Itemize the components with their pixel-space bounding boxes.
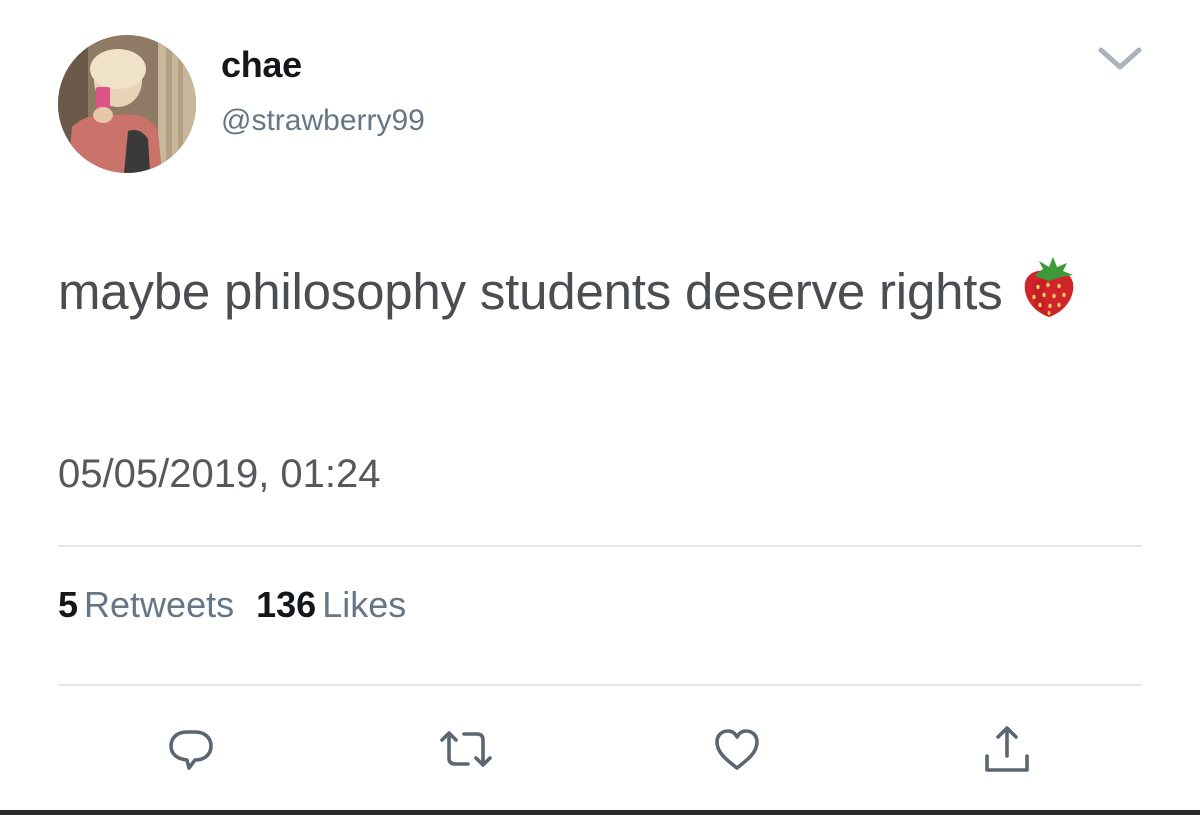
avatar-photo [58, 35, 196, 173]
tweet-text: maybe philosophy students deserve rights [58, 254, 1148, 330]
retweet-icon [440, 731, 492, 767]
tweet-text-content: maybe philosophy students deserve rights [58, 263, 1003, 320]
like-button[interactable] [707, 724, 767, 776]
tweet-stats: 5 Retweets 136 Likes [58, 584, 406, 626]
reply-icon [169, 730, 213, 770]
divider [58, 545, 1142, 547]
avatar[interactable] [58, 35, 196, 173]
likes-stat[interactable]: 136 Likes [256, 584, 406, 625]
share-button[interactable] [977, 724, 1037, 776]
bottom-edge [0, 810, 1200, 815]
heart-icon [715, 729, 759, 770]
share-icon [985, 726, 1029, 772]
likes-count: 136 [256, 584, 317, 625]
user-handle[interactable]: @strawberry99 [221, 104, 425, 138]
retweet-button[interactable] [436, 724, 496, 776]
divider [58, 684, 1142, 686]
more-options-chevron-down-icon[interactable] [1094, 40, 1146, 76]
reply-button[interactable] [161, 724, 221, 776]
tweet-timestamp[interactable]: 05/05/2019, 01:24 [58, 452, 381, 497]
strawberry-emoji [1021, 255, 1077, 319]
retweets-count: 5 [58, 584, 79, 625]
retweets-label: Retweets [84, 584, 235, 625]
likes-label: Likes [322, 584, 407, 625]
display-name[interactable]: chae [221, 44, 302, 86]
retweets-stat[interactable]: 5 Retweets [58, 584, 234, 625]
